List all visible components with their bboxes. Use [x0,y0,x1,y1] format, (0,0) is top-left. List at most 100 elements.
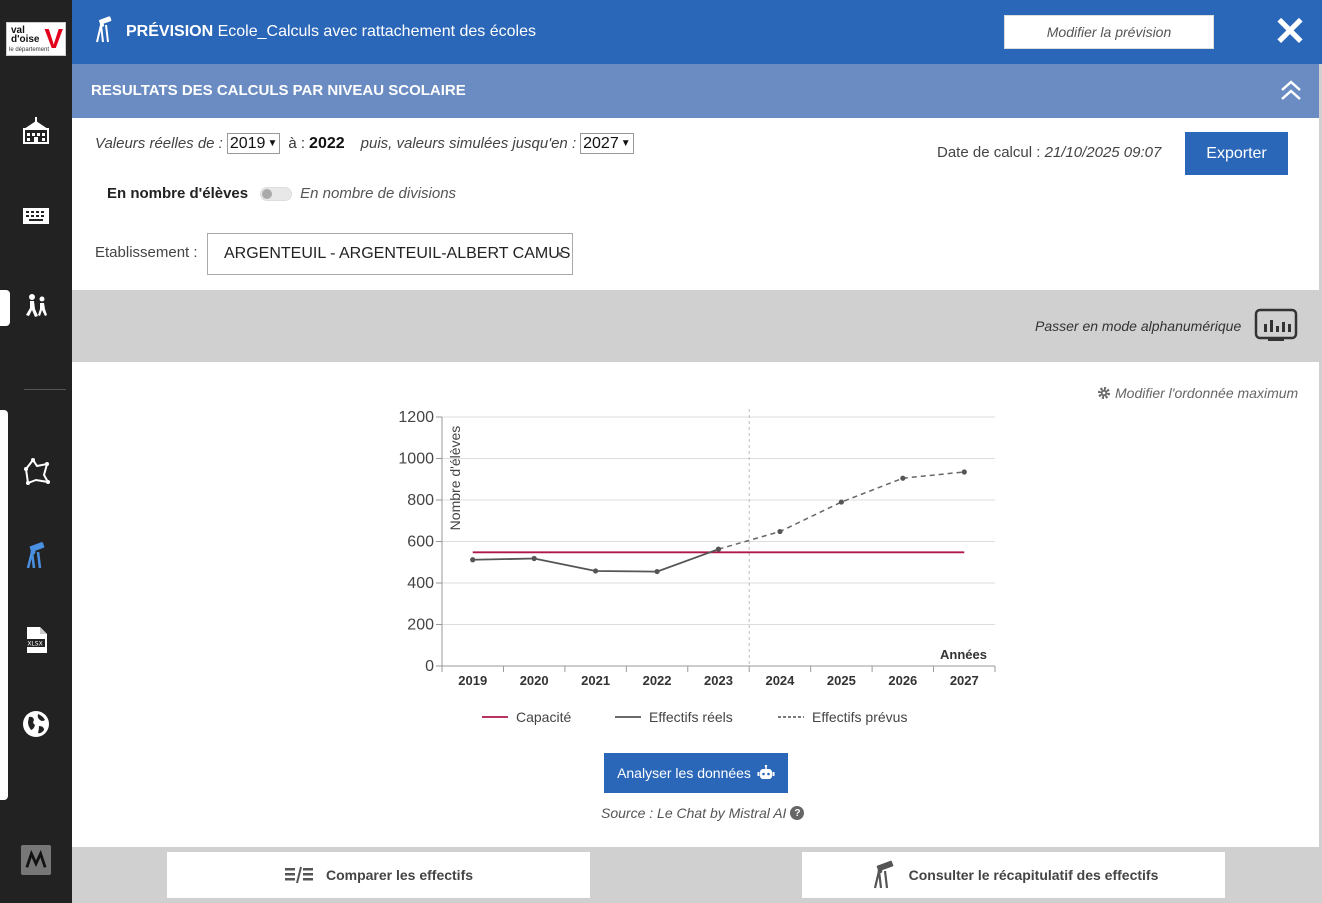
to-value: 2022 [309,134,345,152]
summary-button[interactable]: Consulter le récapitulatif des effectifs [802,852,1225,898]
toggle-divisions-label: En nombre de divisions [300,185,457,202]
chart-x-tick-label: 2026 [888,673,917,688]
compare-label: Comparer les effectifs [325,867,474,883]
calc-date-label: Date de calcul : [937,144,1041,161]
compare-button[interactable]: Comparer les effectifs [167,852,590,898]
page-title-text: Ecole_Calculs avec rattachement des écol… [217,23,536,40]
telescope-summary-icon [873,860,893,889]
app-root: val d'oise le département V XLSX PRÉVISI… [0,0,1322,903]
xlsx-file-icon: XLSX [25,627,47,653]
chart-point [838,499,844,505]
bottom-bar: Comparer les effectifs Consulter le réca… [72,847,1320,903]
chart-y-tick-label: 1200 [398,409,434,426]
modify-max-link[interactable]: Modifier l'ordonnée maximum [1097,385,1298,401]
chart-point [470,557,476,563]
sidebar-item-forecast[interactable] [18,538,54,574]
sidebar-strip-top [0,290,10,326]
real-from-label: Valeurs réelles de : [95,135,223,152]
to-label: à : [288,135,306,152]
children-walking-icon [26,294,47,317]
unit-toggle-row: En nombre d'élèves En nombre de division… [107,185,456,202]
sidebar-divider [24,389,66,390]
chart-x-tick-label: 2027 [950,673,979,688]
forecast-chart: 020040060080010001200 2019 2020 2021 2022 20… [398,409,996,725]
chart-legend-label: Effectifs prévus [812,709,907,725]
chevron-double-up-icon[interactable] [1280,78,1302,104]
chart-series-line [718,471,965,550]
analyse-data-button[interactable]: Analyser les données [604,753,788,793]
chart-y-tick-label: 1000 [398,451,434,468]
sidebar-item-schools[interactable] [18,113,54,149]
page-title: PRÉVISION Ecole_Calculs avec rattachemen… [126,22,536,42]
sidebar-item-globe[interactable] [18,706,54,742]
help-icon[interactable]: ? [790,806,805,820]
ai-source: Source : Le Chat by Mistral AI ? [601,805,805,821]
simulated-label: puis, valeurs simulées jusqu'en : [360,135,577,152]
telescope-forecast-icon [26,542,45,569]
chart-y-tick-label: 400 [407,575,434,592]
telescope-title-icon [96,16,112,43]
bar-chart-mode-icon[interactable] [1254,308,1298,342]
sidebar-item-keyboard[interactable] [18,198,54,234]
chart-point [715,546,722,552]
logo-line-3: le département [9,47,50,53]
calc-date-value: 21/10/2025 09:07 [1044,144,1162,161]
svg-text:XLSX: XLSX [27,641,42,648]
chart-x-axis-label: Années [940,647,987,662]
map-area-icon [24,458,50,485]
sidebar-strip-lower [0,410,8,800]
ai-source-text: Source : Le Chat by Mistral AI [601,805,787,821]
chart-series [470,469,967,575]
section-title: RESULTATS DES CALCULS PAR NIVEAU SCOLAIR… [91,82,466,99]
chart-point [531,555,537,562]
year-range-controls: Valeurs réelles de : 2019 ▼ à : 2022 puis… [95,133,634,154]
chart-point [654,568,660,575]
unit-toggle[interactable] [260,186,293,201]
modify-forecast-button[interactable]: Modifier la prévision [1004,15,1214,49]
chart-x-tick-label: 2020 [520,673,549,688]
chart-legend-label: Capacité [516,709,571,725]
toggle-students-label: En nombre d'élèves [107,185,249,202]
sidebar-item-m[interactable] [21,845,51,875]
simulated-until-select[interactable]: 2027 ▼ [580,133,634,154]
chevron-down-icon: ▼ [620,138,631,149]
etablissement-value: ARGENTEUIL - ARGENTEUIL-ALBERT CAMUS [224,245,571,262]
globe-icon [23,711,49,737]
sidebar-item-xlsx[interactable]: XLSX [18,622,54,658]
chart-legend-label: Effectifs réels [649,709,733,725]
chart-toolbar: Passer en mode alphanumérique [72,290,1320,362]
chart-point [593,568,599,574]
calc-date: Date de calcul : 21/10/2025 09:07 [937,144,1161,161]
chart-x-ticks: 2019 2020 2021 2022 2023 2024 2025 2026 2027 [441,666,996,688]
sidebar: val d'oise le département V XLSX [0,0,72,903]
chart-y-tick-label: 600 [407,534,434,551]
simulated-until-value: 2027 [583,134,619,152]
chart-y-axis-label: Nombre d'élèves [447,426,463,531]
val-doise-logo[interactable]: val d'oise le département V [6,22,66,56]
sidebar-item-children[interactable] [18,288,54,324]
section-header[interactable]: RESULTATS DES CALCULS PAR NIVEAU SCOLAIR… [72,64,1322,118]
header-bar: PRÉVISION Ecole_Calculs avec rattachemen… [72,0,1322,64]
close-icon[interactable]: ✕ [1270,12,1310,52]
caret-down-icon: ▼ [556,250,564,259]
alpha-mode-link[interactable]: Passer en mode alphanumérique [1035,318,1241,334]
toggle-knob [262,188,273,199]
chart-y-ticks: 0 200 400 600 800 1000 1200 [398,409,442,675]
export-button[interactable]: Exporter [1185,132,1288,175]
real-from-select[interactable]: 2019 ▼ [226,133,281,154]
etablissement-label: Etablissement : [95,244,198,261]
chevron-down-icon: ▼ [267,138,278,149]
sidebar-item-map[interactable] [18,453,54,489]
analyse-data-label: Analyser les données [617,765,751,781]
chart-x-tick-label: 2025 [827,673,856,688]
logo-mark: V [44,23,63,54]
etablissement-select[interactable]: ARGENTEUIL - ARGENTEUIL-ALBERT CAMUS ▼ [207,233,573,275]
robot-icon [757,765,775,779]
modify-max-label: Modifier l'ordonnée maximum [1115,385,1299,401]
chart-legend: Capacité Effectifs réels Effectifs prévus [482,709,907,725]
summary-label: Consulter le récapitulatif des effectifs [908,867,1159,883]
gear-icon [1098,387,1110,399]
school-building-icon [23,117,49,144]
chart-y-tick-label: 800 [407,492,434,509]
chart-x-tick-label: 2022 [643,673,672,688]
